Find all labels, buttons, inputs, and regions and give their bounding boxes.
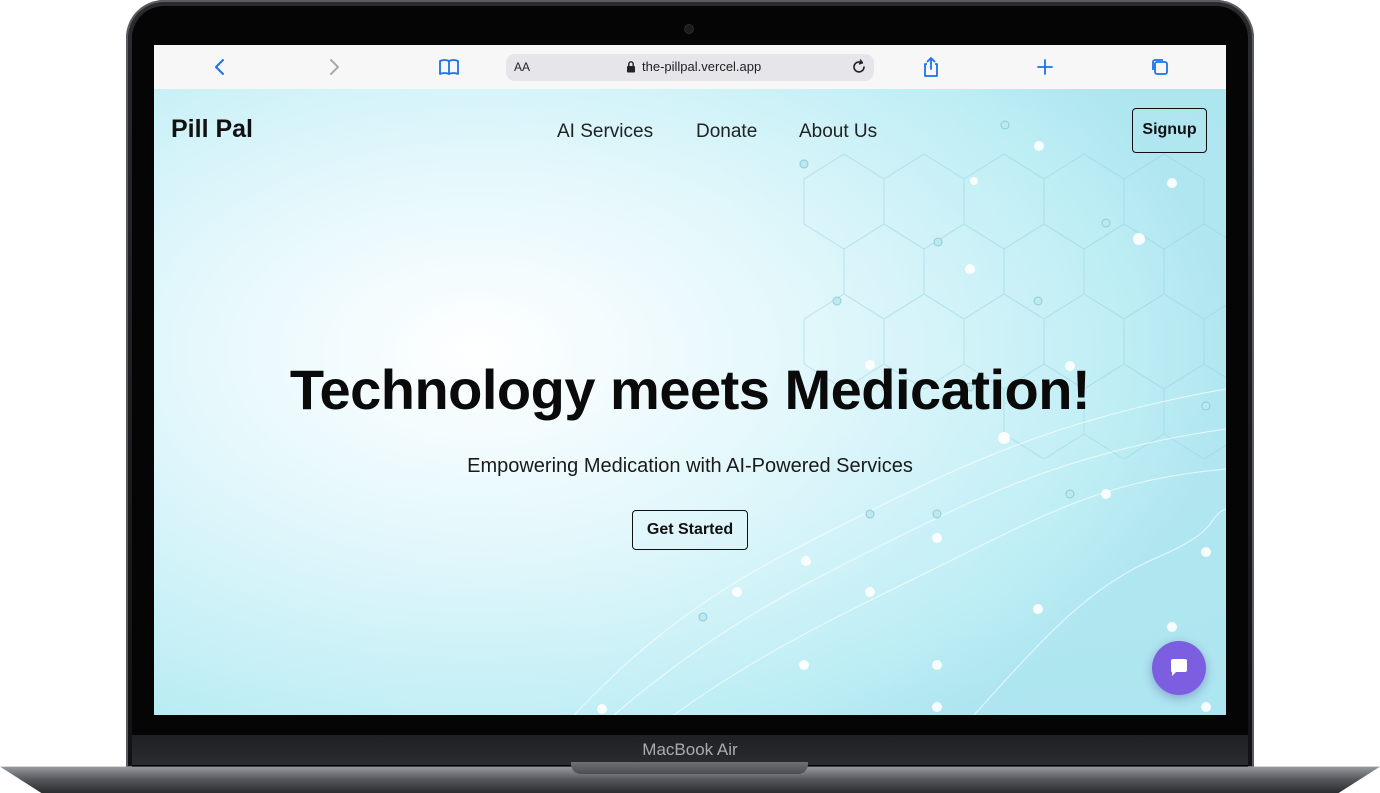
- device-label: MacBook Air: [642, 740, 738, 759]
- forward-icon[interactable]: [322, 55, 346, 79]
- lock-icon: [627, 61, 635, 73]
- screen: AA the-pillpal.vercel.app Pill Pal AI Se…: [154, 45, 1226, 715]
- nav-link-donate[interactable]: Donate: [696, 121, 757, 143]
- lid-notch: [571, 762, 808, 774]
- webcam: [685, 25, 693, 33]
- nav-link-about-us[interactable]: About Us: [799, 121, 877, 143]
- hero-headline: Technology meets Medication!: [289, 358, 1091, 421]
- new-tab-icon[interactable]: [1033, 55, 1057, 79]
- bookmarks-icon[interactable]: [437, 55, 461, 79]
- reload-icon[interactable]: [850, 58, 868, 76]
- signup-button[interactable]: Signup: [1132, 108, 1207, 153]
- chat-icon: [1171, 659, 1187, 676]
- site-logo[interactable]: Pill Pal: [171, 115, 253, 144]
- chat-button[interactable]: [1152, 641, 1206, 695]
- url-text[interactable]: the-pillpal.vercel.app: [642, 59, 761, 74]
- browser-toolbar: AA the-pillpal.vercel.app: [154, 45, 1226, 90]
- share-icon[interactable]: [919, 55, 943, 79]
- tabs-icon[interactable]: [1148, 55, 1172, 79]
- get-started-button[interactable]: Get Started: [632, 510, 748, 550]
- nav-link-ai-services[interactable]: AI Services: [557, 121, 653, 143]
- back-icon[interactable]: [208, 55, 232, 79]
- web-page: Pill Pal AI Services Donate About Us Sig…: [154, 89, 1226, 715]
- text-size-button[interactable]: AA: [514, 60, 530, 74]
- address-bar[interactable]: AA the-pillpal.vercel.app: [506, 54, 874, 81]
- hero-subheadline: Empowering Medication with AI-Powered Se…: [467, 455, 913, 477]
